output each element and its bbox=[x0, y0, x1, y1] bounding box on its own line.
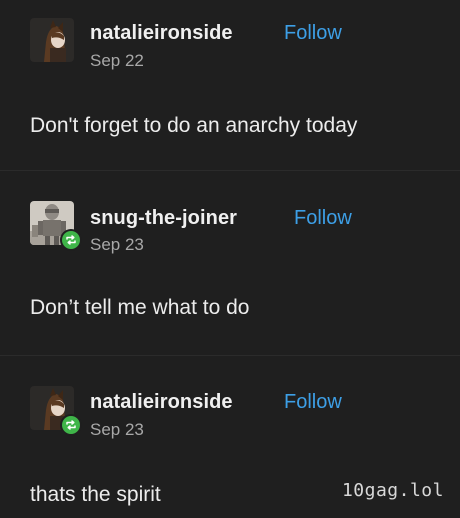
post-text: Don’t tell me what to do bbox=[30, 296, 250, 319]
post-text: Don't forget to do an anarchy today bbox=[30, 114, 358, 137]
watermark: 10gag.lol bbox=[341, 480, 444, 501]
reblog-icon bbox=[66, 235, 76, 245]
avatar[interactable] bbox=[30, 201, 82, 251]
username[interactable]: natalieironside bbox=[90, 391, 233, 414]
post-1: natalieironside Follow Sep 22 Don't forg… bbox=[0, 0, 460, 170]
follow-button[interactable]: Follow bbox=[284, 22, 342, 45]
post-date: Sep 22 bbox=[90, 51, 144, 70]
natalie-avatar-image bbox=[30, 18, 74, 62]
follow-button[interactable]: Follow bbox=[284, 391, 342, 414]
username[interactable]: natalieironside bbox=[90, 22, 233, 45]
post-text: thats the spirit bbox=[30, 483, 161, 506]
reblog-badge bbox=[60, 229, 82, 251]
username[interactable]: snug-the-joiner bbox=[90, 207, 237, 230]
post-date: Sep 23 bbox=[90, 235, 144, 254]
reblog-badge bbox=[60, 414, 82, 436]
post-date: Sep 23 bbox=[90, 420, 144, 439]
avatar[interactable] bbox=[30, 18, 74, 62]
follow-button[interactable]: Follow bbox=[294, 207, 352, 230]
reblog-icon bbox=[66, 420, 76, 430]
avatar[interactable] bbox=[30, 386, 82, 436]
post-2: snug-the-joiner Follow Sep 23 Don’t tell… bbox=[0, 170, 460, 356]
